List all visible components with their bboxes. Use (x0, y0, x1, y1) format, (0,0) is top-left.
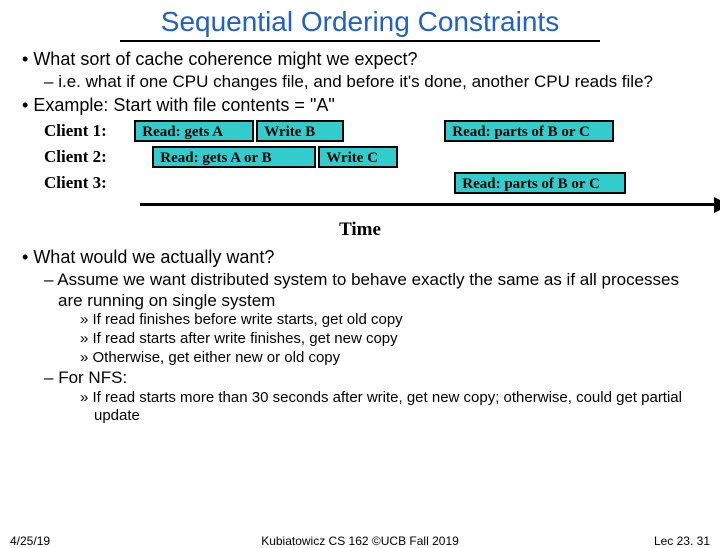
client-1-label: Client 1: (44, 120, 130, 143)
box-c2-read-ab: Read: gets A or B (152, 146, 316, 168)
slide-content: What sort of cache coherence might we ex… (0, 48, 720, 426)
client-row-2: Client 2: Read: gets A or BWrite C (44, 146, 704, 172)
box-c1-write-b: Write B (256, 120, 344, 142)
footer-course: Kubiatowicz CS 162 ©UCB Fall 2019 (0, 534, 720, 548)
bullet-nfs-rule: If read starts more than 30 seconds afte… (16, 389, 704, 427)
title-underline (120, 40, 600, 42)
time-label: Time (16, 218, 704, 242)
client-2-label: Client 2: (44, 146, 130, 169)
timeline-diagram: Client 1: Read: gets AWrite B Read: parts… (44, 120, 704, 198)
box-c2-write-c: Write C (318, 146, 398, 168)
client-3-label: Client 3: (44, 172, 130, 195)
time-arrow (140, 198, 720, 212)
bullet-want-case1: If read finishes before write starts, ge… (16, 311, 704, 330)
client-row-1: Client 1: Read: gets AWrite B Read: parts… (44, 120, 704, 146)
client-row-3: Client 3: Read: parts of B or C (44, 172, 704, 198)
bullet-want: What would we actually want? (16, 246, 704, 269)
bullet-nfs: For NFS: (16, 367, 704, 388)
bullet-coherence-sub: i.e. what if one CPU changes file, and b… (16, 71, 704, 92)
slide-title: Sequential Ordering Constraints (0, 0, 720, 40)
box-c3-read-bc: Read: parts of B or C (454, 172, 626, 194)
box-c1-read-bc: Read: parts of B or C (444, 120, 614, 142)
box-c1-read-a: Read: gets A (134, 120, 254, 142)
bullet-want-case2: If read starts after write finishes, get… (16, 330, 704, 349)
footer-lec: Lec 23. 31 (654, 534, 710, 548)
bullet-coherence: What sort of cache coherence might we ex… (16, 48, 704, 71)
bullet-want-assume: Assume we want distributed system to beh… (16, 269, 704, 312)
bullet-example: Example: Start with file contents = "A" (16, 94, 704, 117)
bullet-want-case3: Otherwise, get either new or old copy (16, 349, 704, 368)
